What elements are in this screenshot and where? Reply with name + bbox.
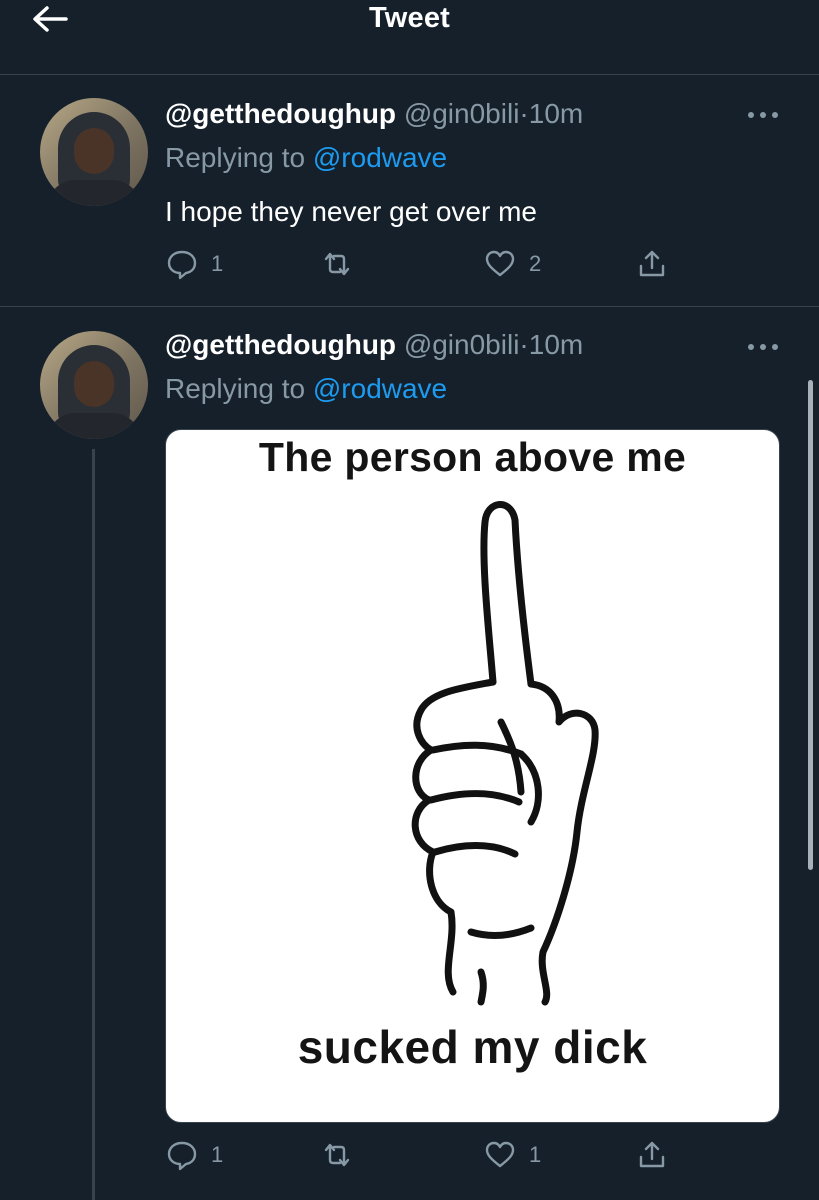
retweet-button[interactable] xyxy=(320,1137,354,1173)
tweet-text: I hope they never get over me xyxy=(165,196,537,227)
replying-to: Replying to @rodwave xyxy=(165,142,447,174)
replying-prefix: Replying to xyxy=(165,373,306,404)
display-name[interactable]: @getthedoughup xyxy=(165,98,396,129)
avatar[interactable] xyxy=(40,98,148,206)
mention-link[interactable]: @rodwave xyxy=(313,373,447,404)
reply-button[interactable]: 1 xyxy=(165,246,223,282)
like-button[interactable]: 1 xyxy=(483,1137,541,1173)
display-name[interactable]: @getthedoughup xyxy=(165,329,396,360)
more-icon[interactable] xyxy=(748,342,778,352)
avatar[interactable] xyxy=(40,331,148,439)
tweet-actions: 1 2 xyxy=(165,246,785,282)
reply-count: 1 xyxy=(211,1142,224,1167)
retweet-button[interactable] xyxy=(320,246,354,282)
tweet-actions: 1 1 xyxy=(165,1137,785,1173)
tweet-header: @getthedoughup @gin0bili·10m xyxy=(165,98,583,130)
heart-icon xyxy=(485,1141,515,1168)
heart-icon xyxy=(485,250,515,277)
like-count: 2 xyxy=(529,251,542,276)
more-icon[interactable] xyxy=(748,110,778,120)
mention-link[interactable]: @rodwave xyxy=(313,142,447,173)
separator: · xyxy=(519,329,529,360)
image-caption-bottom: sucked my dick xyxy=(297,1021,648,1073)
timestamp[interactable]: 10m xyxy=(529,98,583,129)
share-icon xyxy=(639,1141,665,1168)
separator: · xyxy=(519,98,529,129)
tweet-2[interactable]: @getthedoughup @gin0bili·10m Replying to… xyxy=(0,307,819,1200)
tweet-image[interactable]: The person above me sucked my dick xyxy=(165,429,780,1123)
replying-prefix: Replying to xyxy=(165,142,306,173)
tweet-header: @getthedoughup @gin0bili·10m xyxy=(165,329,583,361)
reply-icon xyxy=(167,250,197,280)
image-caption-top: The person above me xyxy=(258,434,687,480)
user-handle[interactable]: @gin0bili xyxy=(404,98,520,129)
retweet-icon xyxy=(324,252,350,276)
reply-button[interactable]: 1 xyxy=(165,1137,223,1173)
share-icon xyxy=(639,250,665,277)
like-button[interactable]: 2 xyxy=(483,246,541,282)
page-title: Tweet xyxy=(368,2,451,34)
replying-to: Replying to @rodwave xyxy=(165,373,447,405)
retweet-icon xyxy=(324,1143,350,1167)
user-handle[interactable]: @gin0bili xyxy=(404,329,520,360)
hand-drawing xyxy=(411,501,599,1006)
like-count: 1 xyxy=(529,1142,542,1167)
top-bar: Tweet xyxy=(0,0,819,75)
share-button[interactable] xyxy=(635,1137,669,1173)
scrollbar[interactable] xyxy=(808,380,813,870)
share-button[interactable] xyxy=(635,246,669,282)
timestamp[interactable]: 10m xyxy=(529,329,583,360)
reply-count: 1 xyxy=(211,251,224,276)
thread-line xyxy=(92,449,95,1200)
reply-icon xyxy=(167,1141,197,1171)
tweet-1[interactable]: @getthedoughup @gin0bili·10m Replying to… xyxy=(0,74,819,306)
